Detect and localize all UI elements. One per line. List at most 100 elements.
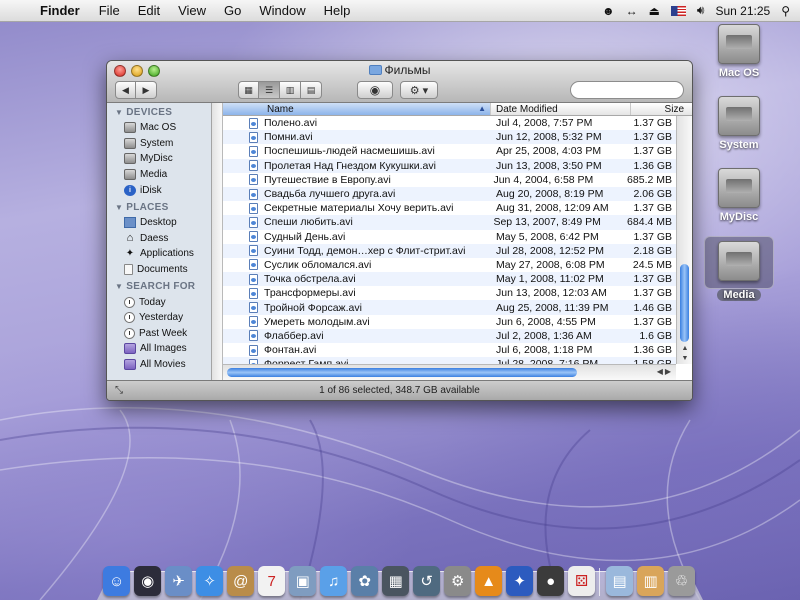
- search-field[interactable]: [570, 81, 684, 99]
- menu-window[interactable]: Window: [250, 3, 314, 18]
- table-row[interactable]: Суслик обломался.avi May 27, 2008, 6:08 P…: [223, 258, 676, 272]
- desktop-disk-mac-os[interactable]: Mac OS: [704, 24, 774, 79]
- dock-dashboard-icon[interactable]: ◉: [134, 566, 162, 596]
- dock-adium-icon[interactable]: ●: [537, 566, 565, 596]
- clock-icon: [124, 296, 135, 308]
- sidebar-item-daess[interactable]: ⌂ Daess: [107, 231, 211, 247]
- sidebar-header-search-for[interactable]: ▼ SEARCH FOR: [107, 277, 211, 294]
- menu-clock[interactable]: Sun 21:25: [715, 4, 770, 18]
- sidebar-item-documents[interactable]: Documents: [107, 262, 211, 278]
- menu-go[interactable]: Go: [215, 3, 250, 18]
- table-row[interactable]: Точка обстрела.avi May 1, 2008, 11:02 PM 1…: [223, 272, 676, 287]
- file-size: 1.37 GB: [633, 230, 672, 243]
- movie-file-icon: [249, 160, 258, 172]
- horizontal-scroll-arrows-icon[interactable]: ◀▶: [657, 367, 673, 376]
- dock-ical-icon[interactable]: 7: [258, 566, 286, 596]
- table-row[interactable]: Секретные материалы Хочу верить.avi Aug 3…: [223, 201, 676, 215]
- icon-view-button[interactable]: ▦: [238, 81, 259, 99]
- menu-file[interactable]: File: [90, 3, 129, 18]
- us-flag-input-icon[interactable]: [670, 5, 686, 16]
- table-row[interactable]: Трансформеры.avi Jun 13, 2008, 12:03 AM 1.…: [223, 286, 676, 300]
- menu-edit[interactable]: Edit: [129, 3, 169, 18]
- column-header-size[interactable]: Size: [631, 103, 692, 115]
- file-name-cell: Полено.avi: [223, 117, 491, 129]
- dock-preview-icon[interactable]: ▣: [289, 566, 317, 596]
- dock-itunes-icon[interactable]: ♫: [320, 566, 348, 596]
- dock-finder-icon[interactable]: ☺: [103, 566, 131, 596]
- movie-file-icon: [249, 231, 258, 243]
- desktop-disk-system[interactable]: System: [704, 96, 774, 151]
- column-header-name[interactable]: Name ▲: [223, 103, 491, 115]
- sidebar-item-past-week[interactable]: Past Week: [107, 326, 211, 342]
- window-titlebar[interactable]: Фильмы ◀ ▶ ▦ ☰ ▥ ▤ ◉ ⚙ ▾ ⚲: [107, 61, 692, 103]
- horizontal-scroll-thumb[interactable]: [227, 368, 577, 377]
- sidebar-scrollbar[interactable]: [212, 103, 223, 380]
- sidebar-item-today[interactable]: Today: [107, 294, 211, 310]
- sidebar-item-idisk[interactable]: i iDisk: [107, 182, 211, 198]
- horizontal-scrollbar[interactable]: ◀▶: [223, 364, 676, 380]
- spotlight-search-icon[interactable]: ⚲: [781, 4, 790, 18]
- sidebar-item-desktop[interactable]: Desktop: [107, 215, 211, 231]
- forward-button[interactable]: ▶: [136, 81, 157, 99]
- sidebar-header-devices[interactable]: ▼ DEVICES: [107, 103, 211, 120]
- sidebar-item-mydisc[interactable]: MyDisc: [107, 151, 211, 167]
- dock-dice-icon[interactable]: ⚄: [568, 566, 596, 596]
- app-menu-finder[interactable]: Finder: [34, 3, 90, 18]
- resize-handle-icon[interactable]: ⤡: [115, 381, 123, 400]
- cover-flow-button[interactable]: ▤: [301, 81, 322, 99]
- column-view-button[interactable]: ▥: [280, 81, 301, 99]
- table-row[interactable]: Свадьба лучшего друга.avi Aug 20, 2008, 8…: [223, 186, 676, 202]
- dock-applications-stack-icon[interactable]: ▤: [605, 566, 634, 596]
- table-row[interactable]: Поспешишь-людей насмешишь.avi Apr 25, 200…: [223, 144, 676, 158]
- table-row[interactable]: Форрест Гамп.aviJul 28, 2008, 7:16 PM1.5…: [223, 357, 676, 364]
- table-row[interactable]: Путешествие в Европу.avi Jun 4, 2004, 6:5…: [223, 173, 676, 187]
- dock-system-preferences-icon[interactable]: ⚙: [444, 566, 472, 596]
- table-row[interactable]: Флаббер.avi Jul 2, 2008, 1:36 AM 1.6 GB: [223, 328, 676, 343]
- list-view-button[interactable]: ☰: [259, 81, 280, 99]
- file-date: May 5, 2008, 6:42 PM: [496, 230, 599, 243]
- eject-icon[interactable]: ⏏: [649, 4, 660, 18]
- quick-look-button[interactable]: ◉: [357, 81, 393, 99]
- sidebar-item-mac-os[interactable]: Mac OS: [107, 120, 211, 136]
- vertical-scrollbar[interactable]: ▲ ▼: [676, 116, 692, 364]
- table-row[interactable]: Спеши любить.avi Sep 13, 2007, 8:49 PM 684…: [223, 215, 676, 230]
- dock-spaces-icon[interactable]: ▦: [382, 566, 410, 596]
- desktop-disk-media[interactable]: Media: [704, 236, 774, 301]
- dock-trash-icon[interactable]: ♲: [667, 566, 696, 596]
- dock-safari-icon[interactable]: ✧: [196, 566, 224, 596]
- sidebar-item-all-movies[interactable]: All Movies: [107, 357, 211, 373]
- back-button[interactable]: ◀: [115, 81, 136, 99]
- desktop-disk-mydisc[interactable]: MyDisc: [704, 168, 774, 223]
- table-row[interactable]: Судный День.avi May 5, 2008, 6:42 PM 1.37 …: [223, 230, 676, 244]
- table-row[interactable]: Пролетая Над Гнездом Кукушки.avi Jun 13, …: [223, 158, 676, 173]
- sidebar-item-all-images[interactable]: All Images: [107, 341, 211, 357]
- action-menu-button[interactable]: ⚙ ▾: [400, 81, 438, 99]
- dock-downloads-stack-icon[interactable]: ▥: [636, 566, 665, 596]
- dock-iphoto-icon[interactable]: ✿: [351, 566, 379, 596]
- sidebar-item-yesterday[interactable]: Yesterday: [107, 310, 211, 326]
- table-row[interactable]: Умереть молодым.avi Jun 6, 2008, 4:55 PM 1…: [223, 315, 676, 329]
- sidebar-item-applications[interactable]: ✦ Applications: [107, 246, 211, 262]
- sync-arrows-icon[interactable]: ↔: [626, 4, 638, 18]
- volume-icon[interactable]: 🔊︎: [697, 3, 705, 18]
- sidebar-header-places[interactable]: ▼ PLACES: [107, 198, 211, 215]
- dock-address-book-icon[interactable]: @: [227, 566, 255, 596]
- menu-view[interactable]: View: [169, 3, 215, 18]
- table-row[interactable]: Фонтан.avi Jul 6, 2008, 1:18 PM 1.36 GB: [223, 343, 676, 357]
- robot-icon[interactable]: ☻: [602, 4, 615, 18]
- dock-app-blue-icon[interactable]: ✦: [506, 566, 534, 596]
- table-row[interactable]: Помни.avi Jun 12, 2008, 5:32 PM 1.37 GB: [223, 130, 676, 145]
- menu-help[interactable]: Help: [315, 3, 360, 18]
- vertical-scroll-thumb[interactable]: [680, 264, 689, 342]
- table-row[interactable]: Суини Тодд, демон…хер с Флит-стрит.avi Ju…: [223, 243, 676, 258]
- table-row[interactable]: Тройной Форсаж.avi Aug 25, 2008, 11:39 PM…: [223, 300, 676, 315]
- sidebar-item-system[interactable]: System: [107, 136, 211, 152]
- column-header-date-modified[interactable]: Date Modified: [491, 103, 631, 115]
- dock-time-machine-icon[interactable]: ↺: [413, 566, 441, 596]
- table-row[interactable]: Полено.avi Jul 4, 2008, 7:57 PM 1.37 GB: [223, 116, 676, 130]
- sidebar-item-media[interactable]: Media: [107, 167, 211, 183]
- dock-vlc-icon[interactable]: ▲: [475, 566, 503, 596]
- scroll-arrows-icon[interactable]: ▲ ▼: [677, 344, 692, 364]
- sidebar-item-label: MyDisc: [140, 153, 173, 165]
- dock-mail-icon[interactable]: ✈: [165, 566, 193, 596]
